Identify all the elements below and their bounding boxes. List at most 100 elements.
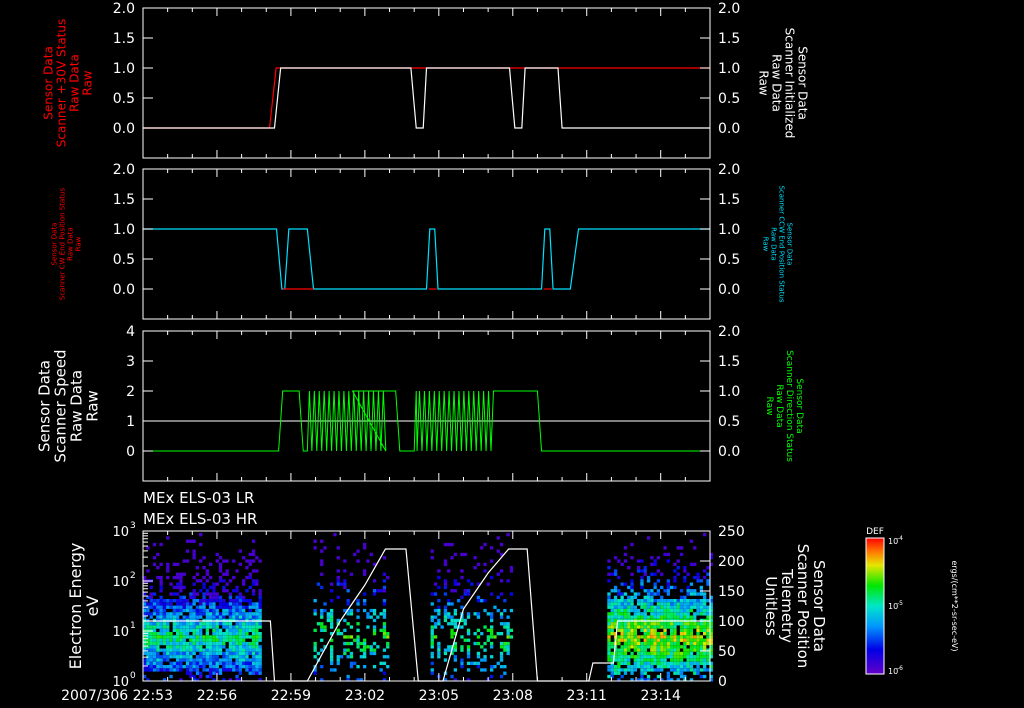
p4-left-exp: 3 — [130, 521, 136, 531]
spectrogram-cell — [382, 615, 387, 619]
spectrogram-cell — [159, 655, 163, 659]
spectrogram-cell — [251, 569, 256, 573]
spectrogram-cell — [703, 632, 707, 636]
spectrogram-cell — [656, 668, 661, 672]
spectrogram-cell — [205, 651, 209, 656]
spectrogram-cell — [212, 648, 216, 652]
spectrogram-cell — [673, 622, 677, 626]
spectrogram-cell — [195, 668, 200, 672]
spectrogram-cell — [209, 592, 213, 596]
spectrogram-cell — [228, 641, 233, 646]
spectrogram-cell — [245, 575, 249, 580]
spectrogram-cell — [483, 542, 487, 547]
spectrogram-cell — [663, 552, 667, 557]
spectrogram-cell — [255, 635, 259, 639]
spectrogram-cell — [176, 602, 180, 606]
spectrogram-cell — [152, 612, 157, 616]
spectrogram-cell — [453, 589, 457, 593]
spectrogram-cell — [199, 615, 203, 619]
spectrogram-cell — [466, 632, 471, 636]
spectrogram-cell — [199, 579, 203, 583]
spectrogram-cell — [189, 635, 193, 639]
spectrogram-cell — [650, 632, 654, 636]
spectrogram-cell — [238, 608, 242, 613]
spectrogram-cell — [202, 605, 206, 609]
spectrogram-cell — [646, 641, 651, 646]
spectrogram-cell — [607, 635, 611, 639]
spectrogram-cell — [251, 632, 256, 636]
spectrogram-cell — [447, 648, 451, 652]
spectrogram-cell — [437, 585, 441, 590]
spectrogram-cell — [166, 602, 170, 606]
spectrogram-cell — [503, 622, 507, 626]
spectrogram-cell — [225, 661, 229, 665]
spectrogram-cell — [176, 632, 180, 636]
spectrogram-cell — [640, 645, 644, 649]
spectrogram-cell — [232, 641, 236, 646]
p2-right-label: 2.0 — [718, 162, 740, 178]
spectrogram-cell — [228, 602, 233, 606]
spectrogram-cell — [706, 655, 710, 659]
spectrogram-cell — [258, 671, 262, 675]
spectrogram-cell — [646, 599, 651, 603]
spectrogram-cell — [149, 655, 153, 659]
spectrogram-cell — [209, 635, 213, 639]
spectrogram-cell — [320, 585, 324, 590]
spectrogram-cell — [663, 589, 667, 593]
spectrogram-cell — [670, 612, 674, 616]
spectrogram-cell — [613, 612, 618, 616]
spectrogram-cell — [205, 674, 209, 679]
spectrogram-cell — [476, 612, 481, 616]
spectrogram-cell — [248, 665, 252, 669]
spectrogram-cell — [679, 628, 684, 632]
spectrogram-cell — [169, 612, 173, 616]
spectrogram-cell — [703, 599, 707, 603]
spectrogram-cell — [673, 671, 677, 675]
spectrogram-cell — [205, 608, 209, 613]
spectrogram-cell — [437, 612, 441, 616]
p2-left-title-line: Raw — [74, 236, 82, 251]
spectrogram-cell — [706, 599, 710, 603]
spectrogram-cell — [696, 641, 700, 646]
spectrogram-cell — [382, 612, 387, 616]
spectrogram-cell — [215, 622, 219, 626]
spectrogram-cell — [686, 572, 690, 576]
spectrogram-cell — [666, 589, 670, 593]
spectrogram-cell — [637, 559, 641, 563]
spectrogram-cell — [443, 618, 448, 623]
spectrogram-cell — [199, 651, 203, 656]
spectrogram-cell — [683, 602, 687, 606]
spectrogram-cell — [670, 648, 674, 652]
spectrogram-cell — [212, 668, 216, 672]
spectrogram-cell — [251, 592, 256, 596]
spectrogram-cell — [613, 585, 618, 590]
spectrogram-cell — [205, 658, 209, 662]
spectrogram-cell — [215, 632, 219, 636]
spectrogram-cell — [156, 605, 160, 609]
spectrogram-cell — [679, 671, 684, 675]
spectrogram-cell — [166, 605, 170, 609]
spectrogram-cell — [363, 572, 367, 576]
spectrogram-cell — [212, 655, 216, 659]
spectrogram-cell — [650, 608, 654, 613]
spectrogram-cell — [623, 641, 628, 646]
spectrogram-cell — [683, 579, 687, 583]
x-tick-label: 23:11 — [567, 688, 607, 704]
spectrogram-cell — [693, 668, 697, 672]
spectrogram-cell — [506, 625, 510, 629]
spectrogram-cell — [169, 638, 173, 642]
p1-left-title-line: Raw — [81, 70, 95, 95]
p2-left-title-line: Sensor Data — [50, 223, 58, 266]
p1-left-title-line: Sensor Data — [42, 46, 56, 120]
spectrogram-cell — [656, 608, 661, 613]
spectrogram-cell — [176, 622, 180, 626]
spectrogram-cell — [225, 569, 229, 573]
spectrogram-cell — [159, 608, 163, 613]
spectrogram-cell — [176, 599, 180, 603]
spectrogram-cell — [437, 648, 441, 652]
spectrogram-cell — [336, 658, 340, 662]
spectrogram-cell — [607, 602, 611, 606]
spectrogram-cell — [212, 592, 216, 596]
spectrogram-cell — [169, 605, 173, 609]
spectrogram-cell — [320, 628, 324, 632]
